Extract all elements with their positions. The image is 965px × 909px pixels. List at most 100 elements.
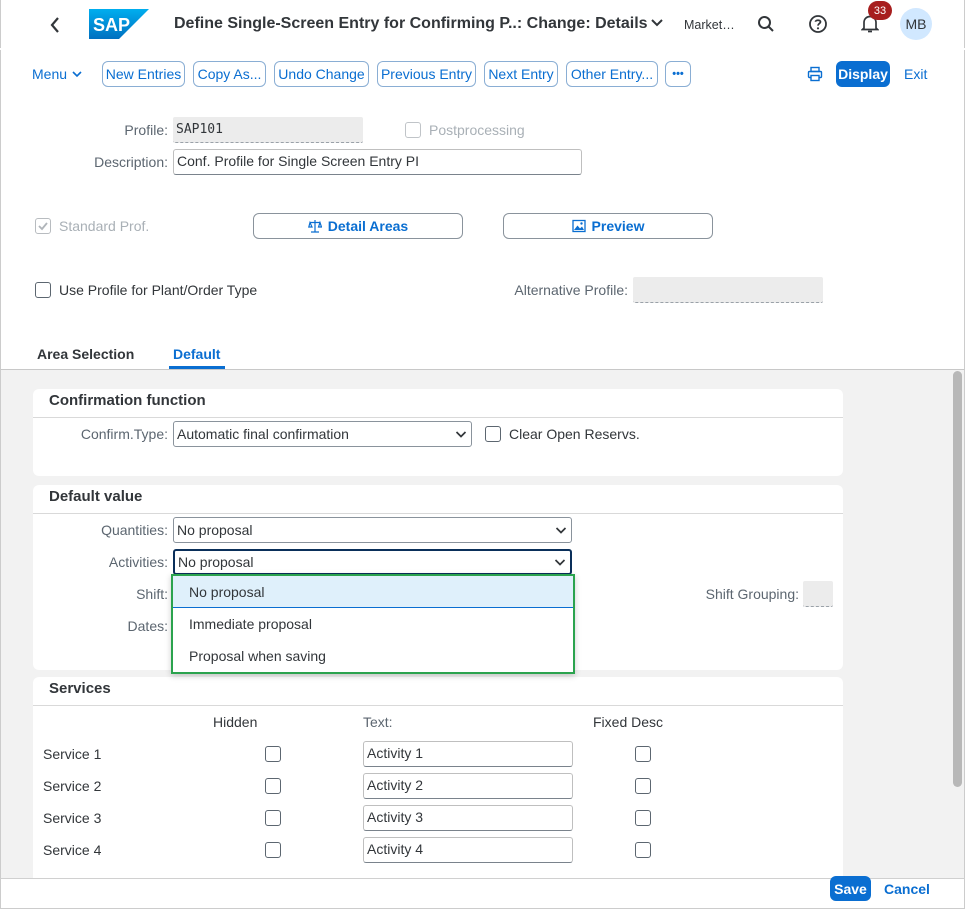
confirm-type-select[interactable]: Automatic final confirmation [173, 421, 472, 447]
exit-button[interactable]: Exit [898, 61, 933, 87]
service-1-text-field[interactable]: Activity 1 [363, 741, 573, 767]
more-button[interactable]: ••• [665, 61, 691, 87]
new-entries-button[interactable]: New Entries [102, 61, 185, 87]
dropdown-option-immediate-proposal[interactable]: Immediate proposal [173, 608, 573, 640]
alt-profile-field[interactable] [633, 277, 823, 303]
chevron-down-icon [72, 71, 82, 78]
use-profile-checkbox[interactable] [35, 282, 51, 298]
postprocessing-checkbox[interactable] [405, 122, 421, 138]
panel-divider [33, 705, 843, 706]
chevron-down-icon [554, 559, 566, 566]
service-2-text-field[interactable]: Activity 2 [363, 773, 573, 799]
service-4-hidden-checkbox[interactable] [265, 842, 281, 858]
sap-logo[interactable]: SAP [89, 9, 149, 39]
service-2-hidden-checkbox[interactable] [265, 778, 281, 794]
chevron-down-icon [455, 431, 467, 438]
footer-bar [0, 878, 965, 909]
quantities-select[interactable]: No proposal [173, 517, 572, 543]
help-button[interactable] [804, 10, 832, 38]
cancel-button[interactable]: Cancel [880, 876, 934, 901]
activities-value: No proposal [178, 554, 254, 570]
chevron-left-icon [50, 17, 59, 33]
service-1-fixed-checkbox[interactable] [635, 746, 651, 762]
standard-prof-label: Standard Prof. [59, 218, 150, 234]
tab-default[interactable]: Default [173, 346, 220, 362]
activities-select[interactable]: No proposal [173, 549, 572, 575]
previous-entry-button[interactable]: Previous Entry [377, 61, 476, 87]
printer-icon [807, 66, 823, 82]
vertical-scrollbar[interactable] [953, 371, 962, 787]
postprocessing-label: Postprocessing [429, 122, 525, 138]
checkmark-icon [38, 222, 48, 231]
menu-button[interactable]: Menu [32, 61, 83, 87]
other-entry-button[interactable]: Other Entry... [566, 61, 658, 87]
search-button[interactable] [752, 10, 780, 38]
preview-label: Preview [591, 218, 645, 234]
panel-divider [33, 513, 843, 514]
confirm-type-value: Automatic final confirmation [177, 426, 349, 442]
chevron-down-icon [651, 19, 663, 27]
sap-logo-icon: SAP [89, 9, 149, 39]
search-icon [758, 16, 774, 32]
dropdown-option-proposal-when-saving[interactable]: Proposal when saving [173, 640, 573, 672]
market-label[interactable]: Market… [684, 18, 735, 32]
service-label: Service 1 [43, 746, 102, 762]
service-2-fixed-checkbox[interactable] [635, 778, 651, 794]
title-menu-chevron[interactable] [648, 12, 666, 34]
confirm-type-label: Confirm.Type: [80, 426, 168, 442]
dates-label: Dates: [127, 618, 168, 634]
alt-profile-label: Alternative Profile: [514, 282, 628, 298]
help-icon [809, 15, 827, 33]
app-title[interactable]: Define Single-Screen Entry for Confirmin… [174, 15, 648, 33]
service-4-text-field[interactable]: Activity 4 [363, 837, 573, 863]
standard-prof-checkbox[interactable] [35, 218, 51, 234]
back-button[interactable] [40, 12, 70, 38]
services-title: Services [49, 680, 111, 697]
description-field[interactable]: Conf. Profile for Single Screen Entry PI [173, 149, 582, 175]
clear-reservs-label: Clear Open Reservs. [509, 426, 640, 442]
notification-badge: 33 [868, 1, 892, 20]
clear-reservs-checkbox[interactable] [485, 426, 501, 442]
activities-dropdown-list: No proposal Immediate proposal Proposal … [171, 574, 575, 674]
quantities-label: Quantities: [101, 522, 168, 538]
svg-text:SAP: SAP [93, 15, 130, 35]
preview-button[interactable]: Preview [503, 213, 713, 239]
detail-areas-label: Detail Areas [327, 218, 409, 234]
balance-scale-icon [307, 220, 322, 233]
default-value-title: Default value [49, 488, 143, 505]
service-3-hidden-checkbox[interactable] [265, 810, 281, 826]
dropdown-option-no-proposal[interactable]: No proposal [173, 576, 573, 608]
print-button[interactable] [801, 60, 829, 88]
service-label: Service 4 [43, 842, 102, 858]
shift-grouping-label: Shift Grouping: [705, 586, 799, 602]
fixed-desc-column-header: Fixed Desc [593, 714, 664, 730]
activities-label: Activities: [108, 554, 168, 570]
undo-change-button[interactable]: Undo Change [274, 61, 369, 87]
service-1-hidden-checkbox[interactable] [265, 746, 281, 762]
hidden-column-header: Hidden [213, 714, 258, 730]
use-profile-label: Use Profile for Plant/Order Type [59, 282, 258, 298]
panel-divider [33, 417, 843, 418]
next-entry-button[interactable]: Next Entry [484, 61, 558, 87]
detail-areas-button[interactable]: Detail Areas [253, 213, 463, 239]
service-4-fixed-checkbox[interactable] [635, 842, 651, 858]
chevron-down-icon [555, 527, 567, 534]
image-icon [571, 219, 586, 233]
description-label: Description: [94, 154, 168, 170]
display-button[interactable]: Display [836, 61, 890, 87]
save-button[interactable]: Save [830, 876, 871, 901]
quantities-value: No proposal [177, 522, 253, 538]
service-label: Service 2 [43, 778, 102, 794]
user-avatar[interactable]: MB [900, 8, 932, 40]
tab-area-selection[interactable]: Area Selection [37, 346, 134, 362]
service-3-fixed-checkbox[interactable] [635, 810, 651, 826]
shift-grouping-field[interactable] [803, 581, 833, 607]
profile-field[interactable]: SAP101 [173, 117, 363, 143]
menu-label: Menu [32, 66, 68, 82]
shift-label: Shift: [136, 586, 168, 602]
header-form [0, 98, 965, 370]
copy-as-button[interactable]: Copy As... [193, 61, 266, 87]
service-3-text-field[interactable]: Activity 3 [363, 805, 573, 831]
service-label: Service 3 [43, 810, 102, 826]
confirmation-title: Confirmation function [49, 392, 206, 409]
